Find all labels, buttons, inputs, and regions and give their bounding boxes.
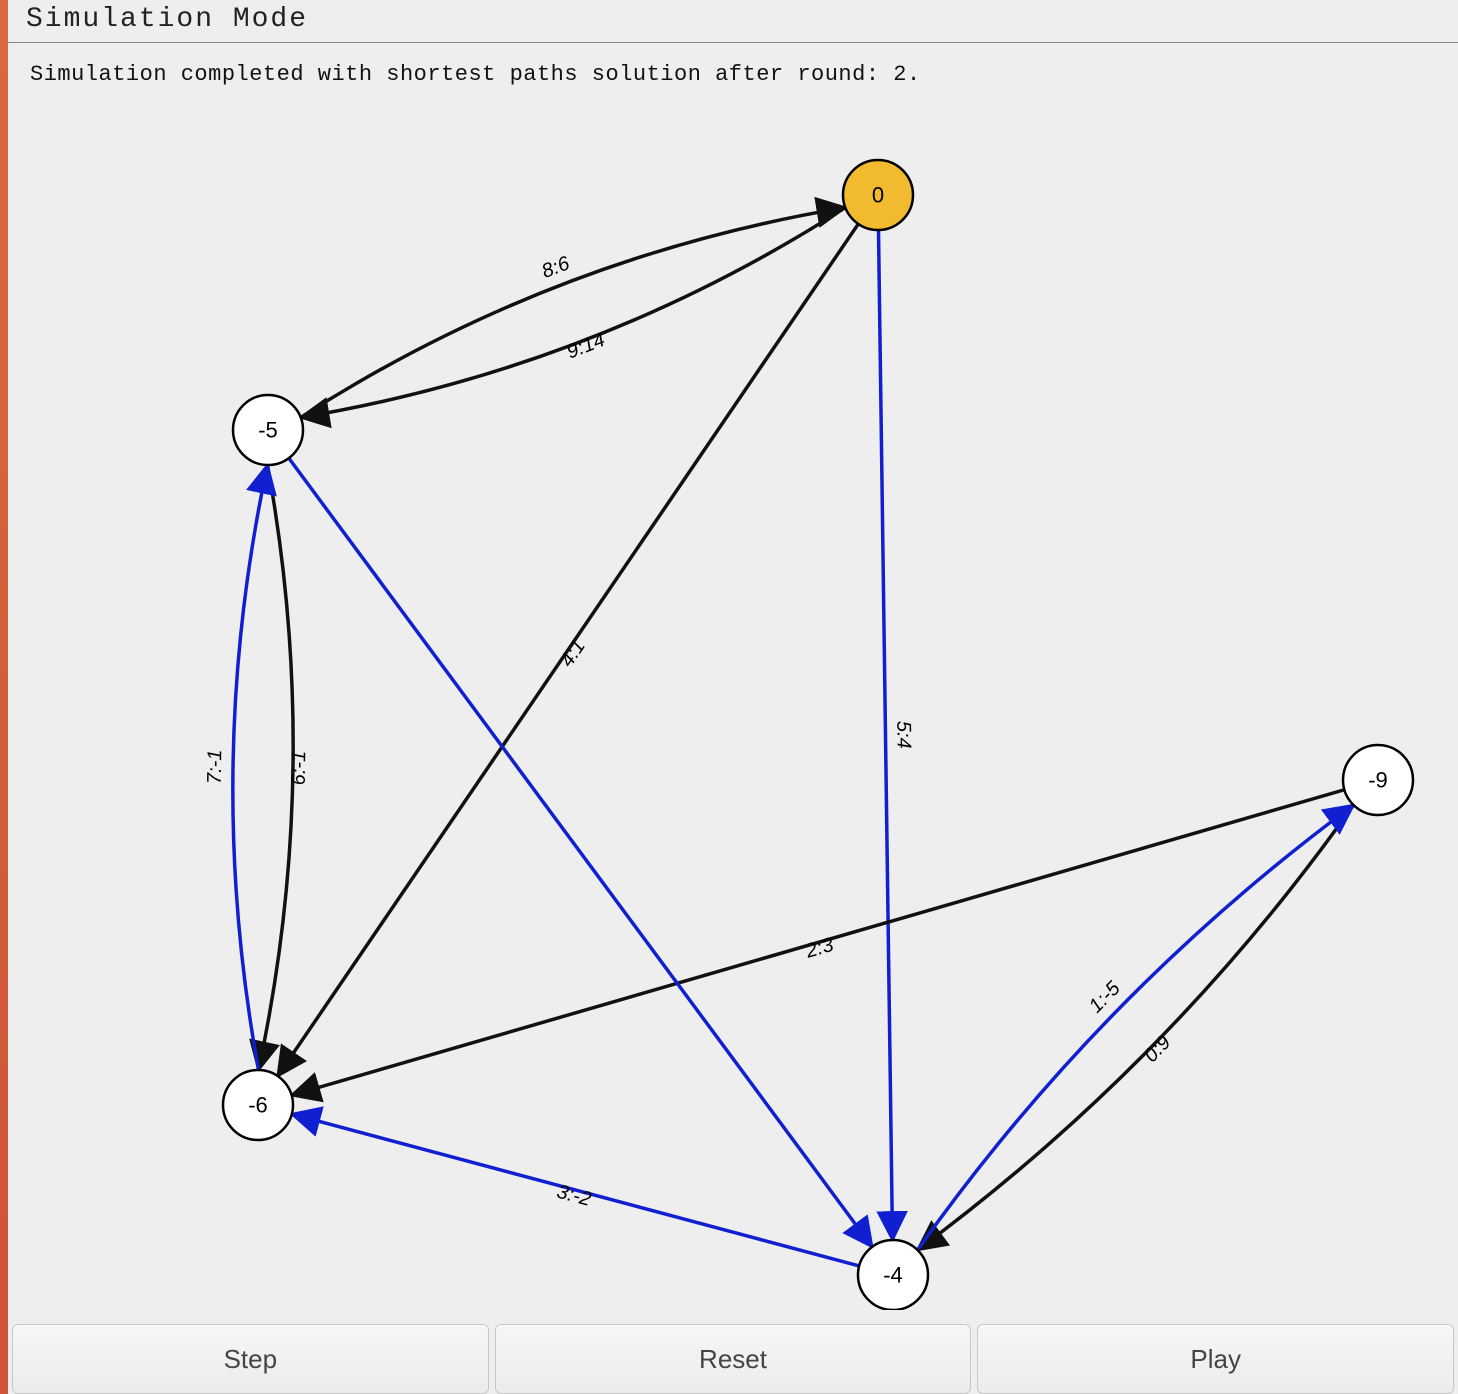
reset-button[interactable]: Reset — [495, 1324, 972, 1394]
edge-label: 8:6 — [539, 252, 574, 283]
edge-label: 0:9 — [1140, 1032, 1175, 1067]
node-label: -9 — [1368, 768, 1388, 793]
graph-edge[interactable] — [301, 208, 846, 418]
left-accent — [0, 0, 8, 1394]
graph-edge[interactable] — [878, 230, 892, 1240]
window-title: Simulation Mode — [8, 0, 1458, 43]
graph-edge[interactable] — [917, 805, 1353, 1250]
graph-edge[interactable] — [233, 465, 268, 1070]
edge-label: 4:1 — [556, 636, 590, 671]
graph-edge[interactable] — [917, 805, 1353, 1250]
graph-canvas[interactable]: 9:14 8:6 6:-1 7:-1 4:1 5:4 2:3 0:9 1:-5 3:-2 0 -5 -9… — [8, 100, 1450, 1310]
node-label: -4 — [883, 1263, 903, 1288]
node-label: -5 — [258, 418, 278, 443]
edge-label: 6:-1 — [288, 751, 311, 786]
node-label: 0 — [872, 183, 884, 208]
play-button[interactable]: Play — [977, 1324, 1454, 1394]
edge-label: 3:-2 — [554, 1181, 593, 1211]
edge-label: 9:14 — [564, 329, 608, 364]
edge-label: 2:3 — [802, 934, 836, 963]
graph-edge[interactable] — [289, 458, 872, 1247]
node-label: -6 — [248, 1093, 268, 1118]
edge-label: 7:-1 — [204, 749, 227, 784]
edge-label: 1:-5 — [1085, 977, 1125, 1018]
graph-edge[interactable] — [301, 208, 846, 418]
status-message: Simulation completed with shortest paths… — [30, 62, 921, 87]
button-bar: Step Reset Play — [8, 1324, 1458, 1394]
simulation-window: Simulation Mode Simulation completed wit… — [0, 0, 1458, 1394]
step-button[interactable]: Step — [12, 1324, 489, 1394]
edge-label: 5:4 — [892, 721, 914, 749]
